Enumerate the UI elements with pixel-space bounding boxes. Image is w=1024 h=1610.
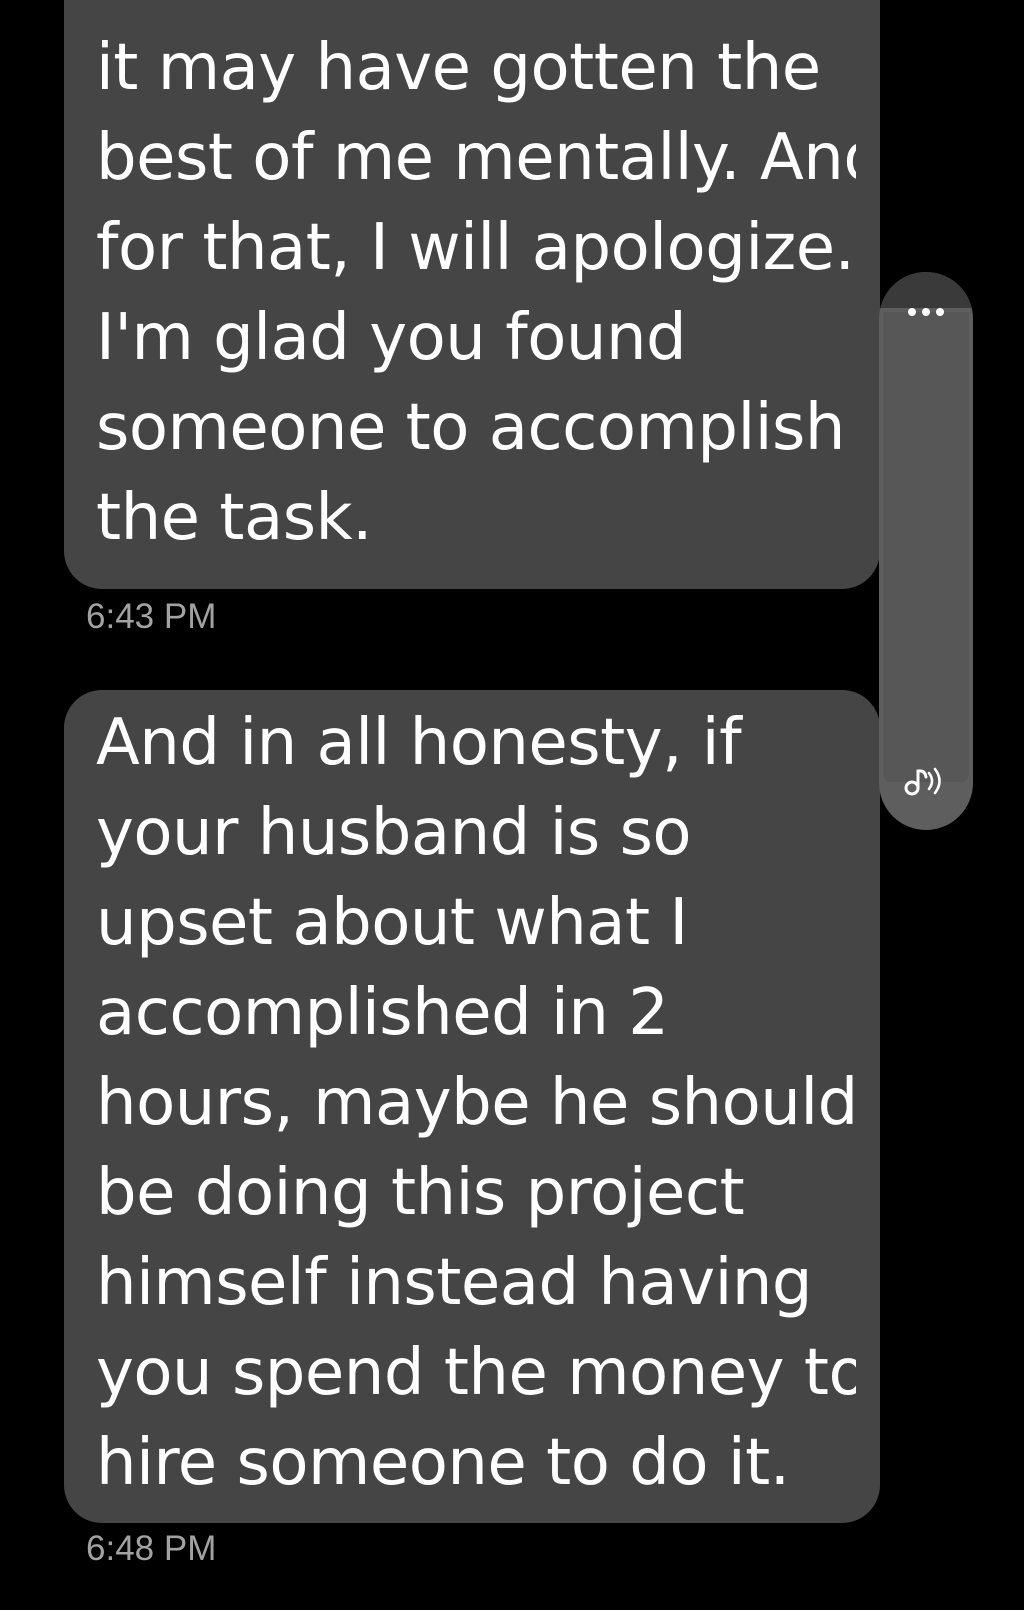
dot — [922, 308, 930, 316]
message-line: be doing this project — [96, 1156, 745, 1230]
message-line: it may have gotten the — [96, 31, 821, 105]
message-timestamp: 6:48 PM — [86, 1529, 217, 1568]
dot — [908, 308, 916, 316]
more-dots-icon[interactable] — [879, 308, 973, 318]
message-line: your husband is so — [96, 796, 692, 870]
message-line: himself instead having — [96, 1246, 813, 1320]
message-line: hours, maybe he should — [96, 1066, 856, 1140]
message-line: accomplished in 2 — [96, 976, 669, 1050]
message-line: you spend the money to — [96, 1336, 856, 1410]
message-line: hire someone to do it. — [96, 1426, 790, 1500]
message-timestamp: 6:43 PM — [86, 597, 217, 636]
message-line: upset about what I — [96, 886, 688, 960]
message-bubble[interactable]: And in all honesty, if your husband is s… — [64, 690, 880, 1523]
panel-track[interactable] — [883, 312, 969, 782]
audio-speaker-icon[interactable] — [901, 756, 951, 806]
side-scroll-panel[interactable] — [879, 272, 973, 830]
message-line: I'm glad you found — [96, 301, 687, 375]
message-line: for that, I will apologize. — [96, 211, 855, 285]
panel-cap — [879, 272, 973, 308]
dot — [936, 308, 944, 316]
message-bubble[interactable]: it may have gotten the best of me mental… — [64, 0, 880, 589]
message-line: best of me mentally. And — [96, 121, 856, 195]
message-line: someone to accomplish — [96, 391, 845, 465]
message-line: the task. — [96, 481, 372, 555]
message-line: And in all honesty, if — [96, 706, 742, 780]
